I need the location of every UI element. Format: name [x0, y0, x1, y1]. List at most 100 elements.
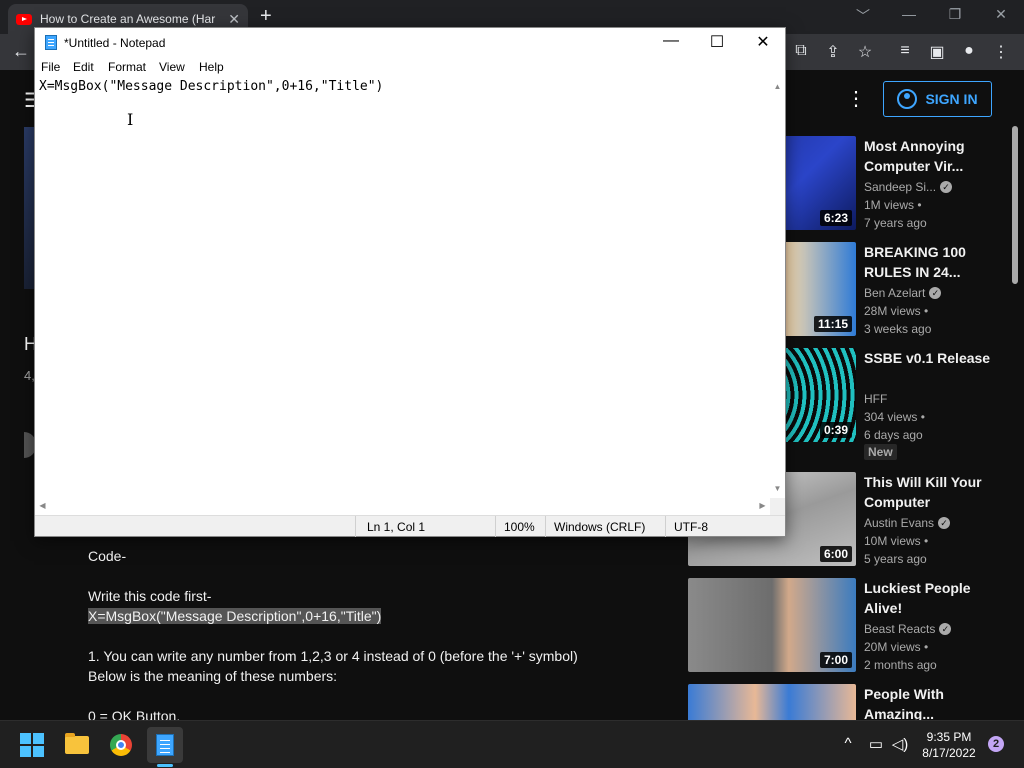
page-scrollbar-thumb[interactable] — [1012, 126, 1018, 284]
new-badge: New — [864, 444, 897, 460]
account-circle-icon — [897, 89, 918, 109]
page-scrollbar[interactable] — [1010, 122, 1020, 722]
windows-taskbar: ^ ▭ ◁) 9:35 PM 8/17/2022 2 — [0, 720, 1024, 768]
notification-badge[interactable]: 2 — [988, 736, 1004, 752]
scroll-right-icon[interactable]: ▶ — [755, 501, 770, 510]
sign-in-button[interactable]: SIGN IN — [883, 81, 992, 117]
share-icon[interactable]: ⇪ — [822, 42, 844, 62]
upload-age: 3 weeks ago — [864, 322, 932, 336]
menu-view[interactable]: View — [159, 60, 185, 74]
suggested-video[interactable]: 7:00 Luckiest People Alive! Beast Reacts… — [688, 578, 1008, 674]
open-external-icon[interactable]: ⧉ — [790, 42, 812, 60]
channel-label: HFF — [864, 392, 888, 406]
menu-file[interactable]: File — [41, 60, 60, 74]
cursor-position: Ln 1, Col 1 — [367, 520, 426, 534]
back-arrow-icon[interactable]: ← — [10, 41, 32, 62]
notepad-window: *Untitled - Notepad — ☐ ✕ File Edit Form… — [34, 27, 786, 537]
channel-name[interactable]: HFF — [864, 392, 887, 406]
description-line — [88, 626, 668, 646]
chrome-icon — [110, 734, 132, 756]
scroll-up-icon[interactable]: ▲ — [770, 82, 785, 91]
channel-label: Ben Azelart — [864, 286, 926, 300]
view-count: 28M views • — [864, 304, 929, 318]
suggested-video-title[interactable]: This Will Kill Your Computer — [864, 472, 994, 512]
start-button[interactable] — [14, 727, 50, 763]
suggested-video-title[interactable]: Most Annoying Computer Vir... — [864, 136, 994, 176]
notepad-icon — [156, 734, 174, 756]
description-line: Below is the meaning of these numbers: — [88, 668, 338, 684]
description-line — [88, 566, 668, 586]
media-controls-icon[interactable]: ≡ — [894, 42, 916, 60]
channel-name[interactable]: Beast Reacts ✓ — [864, 622, 952, 636]
zoom-level: 100% — [504, 520, 535, 534]
horizontal-scrollbar[interactable]: ◀ ▶ — [35, 498, 770, 515]
folder-icon — [65, 733, 89, 754]
view-count: 10M views • — [864, 534, 929, 548]
status-divider — [355, 516, 356, 537]
maximize-icon[interactable]: ☐ — [694, 32, 740, 52]
highlighted-code: X=MsgBox("Message Description",0+16,"Tit… — [88, 608, 382, 624]
scroll-left-icon[interactable]: ◀ — [35, 501, 50, 510]
channel-label: Austin Evans — [864, 516, 935, 530]
view-count: 1M views • — [864, 198, 922, 212]
video-duration: 6:00 — [819, 546, 852, 562]
file-explorer-button[interactable] — [59, 727, 95, 763]
menu-format[interactable]: Format — [108, 60, 146, 74]
suggested-video-title[interactable]: Luckiest People Alive! — [864, 578, 994, 618]
scroll-down-icon[interactable]: ▼ — [770, 484, 785, 493]
browser-minimize-button[interactable]: — — [886, 6, 932, 22]
suggested-video-title[interactable]: SSBE v0.1 Release — [864, 348, 994, 368]
menu-help[interactable]: Help — [199, 60, 224, 74]
active-app-indicator — [157, 764, 173, 767]
new-tab-button[interactable]: + — [260, 5, 272, 28]
close-tab-icon[interactable]: ✕ — [228, 11, 240, 28]
channel-name[interactable]: Austin Evans ✓ — [864, 516, 951, 530]
profile-icon[interactable]: ● — [958, 42, 980, 60]
text-cursor-icon: I — [127, 110, 134, 129]
video-thumbnail[interactable] — [688, 684, 856, 720]
chrome-taskbar-button[interactable] — [103, 727, 139, 763]
browser-close-button[interactable]: ✕ — [978, 6, 1024, 23]
chrome-menu-icon[interactable]: ⋮ — [990, 42, 1012, 62]
verified-check-icon: ✓ — [940, 181, 953, 193]
notepad-text-area[interactable]: X=MsgBox("Message Description",0+16,"Tit… — [35, 78, 770, 498]
suggested-video[interactable]: People With Amazing... — [688, 684, 1008, 720]
channel-name[interactable]: Sandeep Si... ✓ — [864, 180, 953, 194]
video-duration: 6:23 — [819, 210, 852, 226]
notepad-titlebar[interactable]: *Untitled - Notepad — ☐ ✕ — [35, 28, 785, 58]
suggested-video-title[interactable]: BREAKING 100 RULES IN 24... — [864, 242, 994, 282]
minimize-icon[interactable]: — — [648, 32, 694, 50]
verified-check-icon: ✓ — [939, 623, 952, 635]
notepad-content[interactable]: X=MsgBox("Message Description",0+16,"Tit… — [39, 79, 383, 94]
menu-edit[interactable]: Edit — [73, 60, 94, 74]
video-duration: 11:15 — [813, 316, 852, 332]
windows-logo-icon — [20, 733, 44, 757]
taskbar-clock[interactable]: 9:35 PM 8/17/2022 — [916, 729, 982, 761]
network-icon[interactable]: ▭ — [866, 735, 886, 753]
video-description: Code- Write this code first- X=MsgBox("M… — [88, 546, 668, 726]
volume-icon[interactable]: ◁) — [890, 735, 910, 753]
status-divider — [495, 516, 496, 537]
video-duration: 0:39 — [819, 422, 852, 438]
tab-search-icon[interactable]: ﹀ — [840, 6, 886, 26]
video-thumbnail[interactable]: 7:00 — [688, 578, 856, 672]
channel-label: Beast Reacts — [864, 622, 936, 636]
suggested-video-title[interactable]: People With Amazing... — [864, 684, 994, 720]
description-code-line: X=MsgBox("Message Description",0+16,"Tit… — [88, 606, 668, 626]
video-duration: 7:00 — [819, 652, 852, 668]
notepad-taskbar-button[interactable] — [147, 727, 183, 763]
settings-kebab-icon[interactable]: ⋮ — [846, 86, 866, 111]
upload-age: 5 years ago — [864, 552, 927, 566]
browser-restore-button[interactable]: ❐ — [932, 6, 978, 23]
description-line — [88, 686, 668, 706]
side-panel-icon[interactable]: ▣ — [926, 42, 948, 62]
channel-name[interactable]: Ben Azelart ✓ — [864, 286, 942, 300]
vertical-scrollbar[interactable]: ▲ ▼ — [770, 78, 785, 498]
bookmark-star-icon[interactable]: ☆ — [854, 42, 876, 62]
chevron-up-icon[interactable]: ^ — [838, 735, 858, 752]
verified-check-icon: ✓ — [938, 517, 951, 529]
channel-label: Sandeep Si... — [864, 180, 937, 194]
clock-date: 8/17/2022 — [922, 746, 976, 760]
notepad-statusbar: Ln 1, Col 1 100% Windows (CRLF) UTF-8 — [35, 515, 785, 537]
close-icon[interactable]: ✕ — [740, 32, 786, 52]
